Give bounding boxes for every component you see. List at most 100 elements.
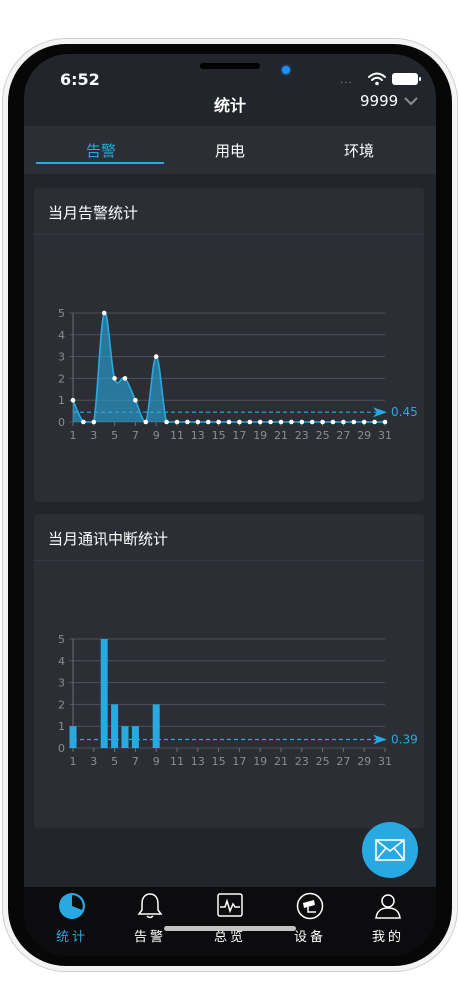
nav-item-profile[interactable]: 我的 bbox=[348, 891, 428, 949]
data-point bbox=[216, 419, 221, 425]
data-point bbox=[299, 419, 305, 425]
data-point bbox=[226, 419, 232, 425]
front-camera-icon bbox=[282, 66, 290, 74]
x-tick-label: 21 bbox=[274, 429, 288, 442]
site-selector-value: 9999 bbox=[360, 92, 399, 110]
data-point bbox=[174, 419, 180, 425]
x-tick-label: 11 bbox=[170, 429, 184, 442]
x-tick-label: 31 bbox=[378, 429, 392, 442]
nav-label: 统计 bbox=[55, 930, 88, 945]
bar bbox=[69, 726, 77, 748]
data-point bbox=[205, 419, 211, 425]
data-point bbox=[309, 419, 315, 425]
data-point bbox=[330, 419, 336, 425]
message-button[interactable] bbox=[362, 822, 418, 878]
y-tick-label: 4 bbox=[58, 329, 65, 342]
x-tick-label: 25 bbox=[316, 429, 330, 442]
bar bbox=[121, 726, 129, 748]
data-point bbox=[112, 376, 117, 381]
nav-item-stats[interactable]: 统计 bbox=[32, 891, 112, 949]
data-point bbox=[237, 419, 242, 425]
chevron-down-icon bbox=[404, 97, 418, 106]
nav-item-alarm[interactable]: 告警 bbox=[110, 891, 190, 949]
y-tick-label: 2 bbox=[58, 372, 65, 385]
tab-power[interactable]: 用电 bbox=[165, 140, 295, 161]
x-tick-label: 13 bbox=[191, 755, 205, 768]
x-tick-label: 1 bbox=[70, 429, 77, 442]
speaker-notch bbox=[200, 63, 260, 69]
x-tick-label: 7 bbox=[132, 429, 139, 442]
x-tick-label: 31 bbox=[378, 755, 392, 768]
x-tick-label: 13 bbox=[191, 429, 205, 442]
user-icon bbox=[375, 894, 401, 919]
home-indicator bbox=[164, 926, 296, 931]
data-point bbox=[185, 419, 190, 425]
app-screen: 6:52 ··· 统计 9999 告警 用电 环境 当月告警统计 0123451… bbox=[24, 54, 436, 956]
data-point bbox=[164, 419, 169, 425]
tab-alarm[interactable]: 告警 bbox=[36, 140, 166, 161]
nav-item-overview[interactable]: 总览 bbox=[190, 891, 270, 949]
mail-icon bbox=[375, 839, 405, 861]
bar bbox=[131, 726, 139, 748]
x-tick-label: 17 bbox=[232, 755, 246, 768]
x-tick-label: 5 bbox=[111, 429, 118, 442]
average-label: 0.39 bbox=[391, 732, 418, 746]
bell-icon bbox=[137, 893, 163, 919]
data-point bbox=[257, 419, 263, 425]
y-tick-label: 2 bbox=[58, 698, 65, 711]
data-point bbox=[361, 419, 367, 425]
monitor-icon bbox=[217, 893, 243, 917]
alarm-stats-card: 当月告警统计 0 1 2 3 4 5 1 3 5 7 9 11 13 15 17 19 21 23 25 27 29 31… bbox=[34, 188, 424, 502]
tab-environment[interactable]: 环境 bbox=[294, 140, 424, 161]
data-point bbox=[247, 419, 253, 425]
data-point bbox=[320, 419, 325, 425]
x-tick-label: 27 bbox=[336, 429, 350, 442]
x-tick-label: 3 bbox=[90, 429, 97, 442]
status-time: 6:52 bbox=[60, 70, 100, 89]
x-tick-label: 3 bbox=[90, 755, 97, 768]
alarm-stats-chart: 0123451 3 5 7 9 11 13 15 17 19 21 23 25 27 29 310.45 bbox=[58, 307, 418, 442]
tab-active-indicator bbox=[36, 162, 164, 164]
camera-icon bbox=[296, 892, 324, 920]
comm-interrupt-chart: 0123451 3 5 7 9 11 13 15 17 19 21 23 25 27 29 310.39 bbox=[58, 633, 418, 768]
data-point bbox=[143, 419, 149, 425]
bar bbox=[100, 639, 108, 748]
data-point bbox=[289, 419, 294, 425]
bottom-nav: 统计 告警 总览 设备 我的 bbox=[24, 886, 436, 956]
data-point bbox=[101, 310, 107, 316]
data-point bbox=[133, 397, 138, 403]
data-point bbox=[81, 419, 86, 425]
x-tick-label: 9 bbox=[153, 755, 160, 768]
data-point bbox=[341, 419, 346, 425]
x-tick-label: 15 bbox=[212, 755, 226, 768]
x-tick-label: 11 bbox=[170, 755, 184, 768]
wifi-icon bbox=[368, 72, 386, 86]
x-tick-label: 17 bbox=[232, 429, 246, 442]
x-tick-label: 7 bbox=[132, 755, 139, 768]
y-tick-label: 1 bbox=[58, 394, 65, 407]
data-point bbox=[195, 419, 201, 425]
data-point bbox=[382, 419, 388, 425]
average-label: 0.45 bbox=[391, 405, 418, 419]
x-tick-label: 29 bbox=[357, 755, 371, 768]
data-point bbox=[153, 354, 159, 359]
y-tick-label: 5 bbox=[58, 307, 65, 320]
y-tick-label: 4 bbox=[58, 655, 65, 668]
x-tick-label: 23 bbox=[295, 755, 309, 768]
tab-bar: 告警 用电 环境 bbox=[24, 126, 436, 174]
nav-item-devices[interactable]: 设备 bbox=[270, 891, 350, 949]
y-tick-label: 1 bbox=[58, 720, 65, 733]
x-tick-label: 5 bbox=[111, 755, 118, 768]
data-point bbox=[351, 419, 357, 425]
site-selector[interactable]: 9999 bbox=[360, 92, 418, 110]
y-tick-label: 3 bbox=[58, 677, 65, 690]
bar bbox=[111, 704, 119, 748]
data-point bbox=[268, 419, 273, 425]
comm-interrupt-card: 当月通讯中断统计 0 1 2 3 4 5 1 3 5 7 9 11 13 15 17 19 21 23 25 27 29… bbox=[34, 514, 424, 828]
x-tick-label: 25 bbox=[316, 755, 330, 768]
data-point bbox=[91, 419, 97, 425]
data-point bbox=[278, 419, 284, 425]
data-point bbox=[372, 419, 377, 425]
x-tick-label: 15 bbox=[212, 429, 226, 442]
x-tick-label: 19 bbox=[253, 429, 267, 442]
